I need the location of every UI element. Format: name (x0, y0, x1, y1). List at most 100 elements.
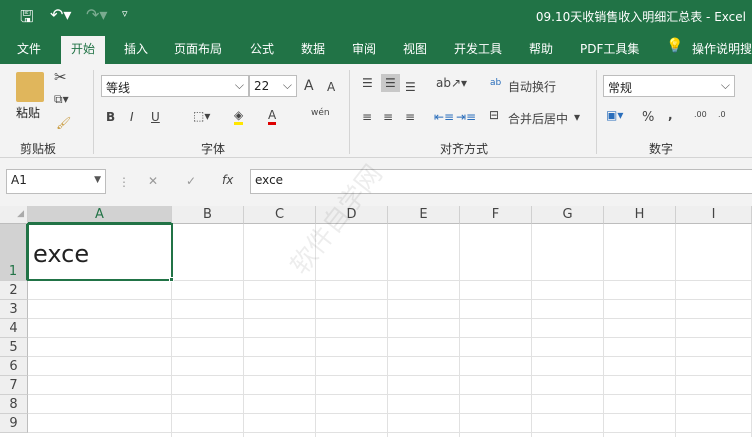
underline-button[interactable]: U (151, 110, 160, 124)
save-icon[interactable]: 🖫 (20, 6, 34, 33)
row-header-1[interactable]: 1 (0, 224, 28, 281)
fill-handle[interactable] (169, 277, 174, 282)
alignment-group-label: 对齐方式 (440, 142, 489, 156)
format-painter-icon[interactable]: 🖌 (56, 116, 71, 130)
select-all-corner[interactable]: ◢ (0, 206, 28, 224)
tab-data[interactable]: 数据 (301, 40, 325, 57)
font-color-button[interactable]: A (268, 108, 277, 125)
tab-formulas[interactable]: 公式 (250, 40, 274, 57)
italic-button[interactable]: I (130, 110, 134, 124)
fill-color-icon[interactable]: ◈ (234, 108, 244, 125)
wrap-text-button[interactable]: 自动换行 (508, 78, 556, 95)
gridline (28, 394, 752, 395)
align-left-icon[interactable]: ≡ (362, 110, 372, 124)
name-box[interactable]: A1 ▼ (6, 169, 106, 194)
tab-home[interactable]: 开始 (61, 36, 106, 64)
tell-me-search[interactable]: 操作说明搜 (692, 40, 752, 57)
tab-help[interactable]: 帮助 (529, 40, 553, 57)
gridline (28, 318, 752, 319)
column-header-H[interactable]: H (604, 206, 676, 224)
number-format-select[interactable]: 常规 ⌵ (603, 75, 735, 97)
align-top-icon[interactable]: ☰ (362, 76, 373, 90)
ribbon: 粘贴 ✂ ⧉▾ 🖌 剪贴板 等线 ⌵ 22 ⌵ A A B I U ⬚▾ ◈ A w… (0, 64, 752, 158)
font-group-label: 字体 (201, 142, 226, 156)
chevron-down-icon[interactable]: ⌵ (721, 78, 730, 93)
chevron-down-icon[interactable]: ⌵ (283, 78, 292, 93)
gridline (28, 375, 752, 376)
tab-developer[interactable]: 开发工具 (454, 40, 502, 57)
copy-icon[interactable]: ⧉▾ (54, 92, 69, 107)
gridline (459, 224, 460, 437)
decrease-decimal-button[interactable]: .0 (718, 110, 726, 119)
column-header-E[interactable]: E (388, 206, 460, 224)
tab-pdf-tools[interactable]: PDF工具集 (580, 40, 639, 57)
customize-icon[interactable]: ▿ (122, 7, 128, 20)
align-middle-icon[interactable]: ☰ (381, 74, 400, 92)
wrap-text-icon: ab (490, 78, 502, 88)
enter-button[interactable]: ✓ (186, 174, 196, 188)
grow-font-button[interactable]: A (304, 78, 314, 94)
gridline (28, 299, 752, 300)
align-center-icon[interactable]: ≡ (383, 110, 393, 124)
row-header-9[interactable]: 9 (0, 414, 28, 433)
column-header-G[interactable]: G (532, 206, 604, 224)
spreadsheet-grid: ◢ ABCDEFGHI 123456789 exce (0, 206, 752, 437)
chevron-down-icon[interactable]: ▼ (94, 175, 101, 185)
gridline (28, 413, 752, 414)
formula-bar: A1 ▼ ⋮ ✕ ✓ fx exce (0, 158, 752, 206)
comma-button[interactable]: , (668, 108, 673, 122)
undo-icon[interactable]: ↶▾ (50, 5, 71, 24)
font-size-select[interactable]: 22 ⌵ (249, 75, 297, 97)
row-header-5[interactable]: 5 (0, 338, 28, 357)
row-header-2[interactable]: 2 (0, 281, 28, 300)
row-header-3[interactable]: 3 (0, 300, 28, 319)
number-group-label: 数字 (649, 142, 674, 156)
align-right-icon[interactable]: ≡ (405, 110, 415, 124)
row-header-7[interactable]: 7 (0, 376, 28, 395)
paste-button[interactable]: 粘贴 (16, 104, 40, 121)
orientation-icon[interactable]: ab↗▾ (436, 76, 467, 90)
align-bottom-icon[interactable]: ☰ (405, 80, 416, 94)
merge-center-button[interactable]: 合并后居中 (508, 110, 568, 127)
borders-icon[interactable]: ⬚▾ (193, 109, 210, 123)
title-bar: 🖫 ↶▾ ↷▾ ▿ 09.10天收销售收入明细汇总表 - Excel (0, 0, 752, 33)
paste-icon[interactable] (16, 72, 44, 102)
row-header-4[interactable]: 4 (0, 319, 28, 338)
lightbulb-icon: 💡 (666, 38, 684, 54)
tab-file[interactable]: 文件 (17, 40, 41, 57)
cancel-button[interactable]: ✕ (148, 174, 158, 188)
increase-decimal-button[interactable]: .00 (694, 110, 707, 119)
cut-icon[interactable]: ✂ (54, 68, 67, 86)
formula-input[interactable]: exce (250, 169, 752, 194)
gridline (28, 337, 752, 338)
column-header-A[interactable]: A (28, 206, 172, 224)
column-header-D[interactable]: D (316, 206, 388, 224)
row-header-6[interactable]: 6 (0, 357, 28, 376)
tab-page-layout[interactable]: 页面布局 (174, 40, 222, 57)
percent-button[interactable]: % (642, 110, 654, 125)
column-header-F[interactable]: F (460, 206, 532, 224)
bold-button[interactable]: B (106, 110, 115, 124)
row-header-8[interactable]: 8 (0, 395, 28, 414)
tab-insert[interactable]: 插入 (124, 40, 148, 57)
increase-indent-icon[interactable]: ⇥≡ (456, 110, 476, 124)
gridline (28, 432, 752, 433)
column-header-B[interactable]: B (172, 206, 244, 224)
merge-icon: ⊟ (489, 108, 500, 122)
selected-cell-border (27, 223, 173, 281)
shrink-font-button[interactable]: A (327, 80, 335, 94)
insert-function-button[interactable]: fx (222, 173, 233, 187)
font-name-select[interactable]: 等线 ⌵ (101, 75, 249, 97)
tab-view[interactable]: 视图 (403, 40, 427, 57)
merge-dropdown-icon[interactable]: ▾ (574, 110, 580, 124)
ribbon-tabs: 文件 开始 插入 页面布局 公式 数据 审阅 视图 开发工具 帮助 PDF工具集… (0, 33, 752, 64)
redo-icon[interactable]: ↷▾ (86, 5, 107, 24)
decrease-indent-icon[interactable]: ⇤≡ (434, 110, 454, 124)
chevron-down-icon[interactable]: ⌵ (235, 78, 244, 93)
accounting-format-icon[interactable]: ▣▾ (606, 108, 623, 122)
gridline (675, 224, 676, 437)
phonetic-button[interactable]: wén (311, 108, 330, 118)
column-header-I[interactable]: I (676, 206, 752, 224)
tab-review[interactable]: 审阅 (352, 40, 376, 57)
column-header-C[interactable]: C (244, 206, 316, 224)
